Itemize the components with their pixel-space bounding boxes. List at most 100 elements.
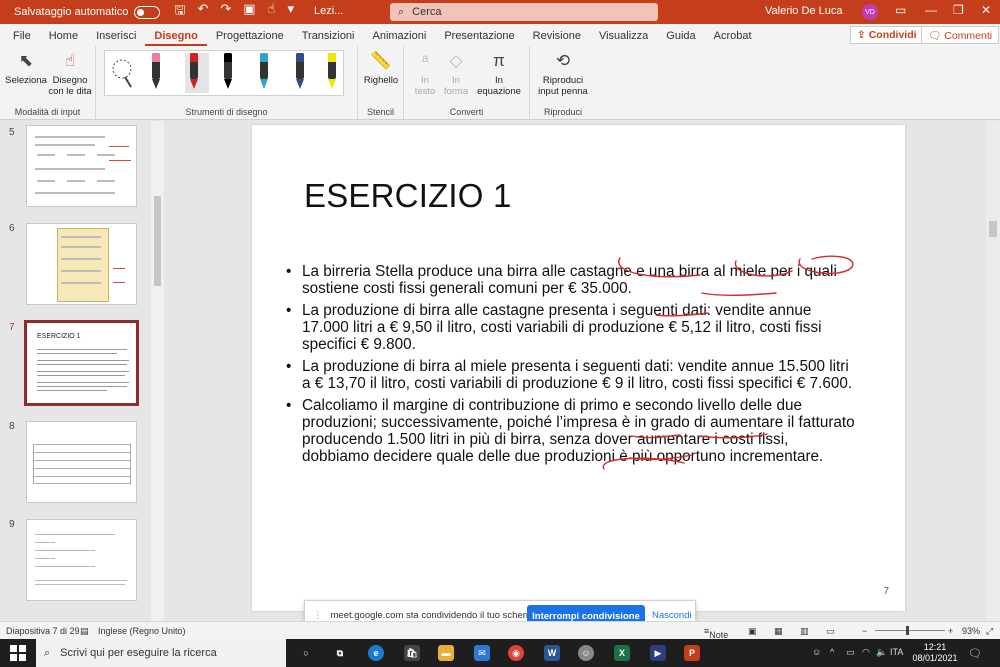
tab-transizioni[interactable]: Transizioni — [293, 30, 364, 46]
slideshow-icon[interactable]: ▭ — [826, 626, 835, 637]
slide-title[interactable]: ESERCIZIO 1 — [304, 177, 512, 215]
restore-icon[interactable]: ❐ — [953, 3, 964, 17]
save-icon[interactable]: 🖫 — [174, 1, 185, 23]
thumbnail-slide-8[interactable] — [26, 421, 137, 503]
file-explorer-icon[interactable]: ▬ — [438, 645, 454, 661]
zoom-slider[interactable] — [875, 630, 945, 631]
slide-thumbnails-pane: 5 6 7 ESERCIZIO 1 8 9 — [0, 121, 164, 621]
select-label: Seleziona — [5, 75, 47, 86]
word-icon[interactable]: W — [544, 645, 560, 661]
task-view-icon[interactable]: ⧉ — [332, 645, 348, 661]
hide-button[interactable]: Nascondi — [652, 610, 692, 621]
ribbon-display-icon[interactable]: ▭ — [895, 3, 906, 17]
wifi-icon[interactable]: ◠ — [862, 647, 870, 658]
zoom-in-icon[interactable]: + — [948, 626, 953, 636]
highlighter-yellow[interactable] — [323, 53, 341, 93]
user-name[interactable]: Valerio De Luca — [765, 5, 842, 17]
excel-icon[interactable]: X — [614, 645, 630, 661]
tab-acrobat[interactable]: Acrobat — [705, 30, 761, 46]
reading-view-icon[interactable]: ▥ — [800, 626, 809, 637]
tray-chevron-icon[interactable]: ^ — [830, 647, 834, 657]
taskbar-search[interactable]: ⌕ Scrivi qui per eseguire la ricerca — [36, 639, 286, 667]
volume-icon[interactable]: 🔈 — [876, 647, 887, 658]
pen-blue[interactable] — [291, 53, 309, 93]
comments-label: Commenti — [944, 30, 993, 42]
media-icon[interactable]: ▶ — [650, 645, 666, 661]
cortana-icon[interactable]: ○ — [298, 645, 314, 661]
people-icon[interactable]: ☺ — [812, 647, 821, 657]
slide-body[interactable]: La birreria Stella produce una birra all… — [286, 263, 856, 470]
tab-progettazione[interactable]: Progettazione — [207, 30, 293, 46]
ruler-button[interactable]: 📏 Righello — [362, 50, 400, 86]
comments-button[interactable]: 🗨 Commenti — [921, 26, 1000, 44]
tab-presentazione[interactable]: Presentazione — [435, 30, 523, 46]
select-button[interactable]: ⬉ Seleziona — [4, 50, 48, 86]
undo-icon[interactable]: ↶ — [197, 1, 208, 23]
pen-red-selected[interactable] — [185, 53, 209, 93]
thumbnail-slide-9[interactable] — [26, 519, 137, 601]
customize-icon[interactable]: ▾ — [287, 1, 294, 23]
finger-draw-button[interactable]: ☝ Disegno con le dita — [48, 50, 92, 97]
touch-mode-icon[interactable]: ☝ — [268, 1, 276, 23]
edge-icon[interactable]: e — [368, 645, 384, 661]
normal-view-icon[interactable]: ▣ — [748, 626, 757, 637]
cursor-icon: ⬉ — [18, 51, 34, 70]
lasso-tool-icon[interactable] — [111, 53, 132, 93]
powerpoint-icon[interactable]: P — [684, 645, 700, 661]
ink-to-math-button[interactable]: π In equazione — [472, 50, 526, 97]
tab-revisione[interactable]: Revisione — [524, 30, 590, 46]
chrome-icon[interactable]: ◉ — [508, 645, 524, 661]
windows-start-icon[interactable] — [10, 645, 26, 661]
redo-icon[interactable]: ↷ — [220, 1, 231, 23]
zoom-level[interactable]: 93% — [962, 626, 980, 636]
minimize-icon[interactable]: — — [925, 3, 937, 17]
ink-shape-label: In forma — [443, 75, 469, 97]
tab-guida[interactable]: Guida — [657, 30, 704, 46]
tab-visualizza[interactable]: Visualizza — [590, 30, 657, 46]
input-language[interactable]: ITA — [890, 647, 903, 657]
ink-text-label: In testo — [414, 75, 436, 97]
search-placeholder: Cerca — [412, 6, 442, 18]
thumbnail-slide-7-active[interactable]: ESERCIZIO 1 — [24, 320, 139, 406]
tab-file[interactable]: File — [4, 30, 40, 46]
thumbnail-slide-6[interactable] — [26, 223, 137, 305]
pen-black[interactable] — [219, 53, 237, 93]
ink-to-text-button[interactable]: ᵃ In testo — [410, 50, 440, 97]
tab-animazioni[interactable]: Animazioni — [364, 30, 436, 46]
tab-inserisci[interactable]: Inserisci — [87, 30, 145, 46]
slide-page-number: 7 — [883, 586, 889, 597]
fit-slide-icon[interactable]: ⤢ — [986, 626, 993, 637]
pen-pink[interactable] — [147, 53, 165, 93]
mail-icon[interactable]: ✉ — [474, 645, 490, 661]
thumbnail-slide-5[interactable] — [26, 125, 137, 207]
network-icon[interactable]: ▭ — [846, 647, 855, 658]
close-icon[interactable]: ✕ — [981, 3, 991, 17]
accessibility-icon[interactable]: ▤ — [80, 626, 89, 637]
drag-handle-icon[interactable]: ⋮ — [313, 610, 323, 621]
ink-math-label: In equazione — [477, 75, 521, 97]
pen-cyan[interactable] — [255, 53, 273, 93]
notifications-icon[interactable]: 🗨 — [968, 647, 982, 660]
zoom-out-icon[interactable]: − — [862, 626, 867, 636]
share-button[interactable]: ⇪ Condividi — [850, 26, 924, 44]
slide-canvas[interactable]: ESERCIZIO 1 La birreria Stella produce u… — [252, 125, 905, 611]
replay-ink-button[interactable]: ⟲ Riproduci input penna — [534, 50, 592, 97]
thumb-number: 6 — [9, 223, 15, 234]
notes-button[interactable]: ≡ Note — [704, 626, 728, 640]
avatar[interactable]: VD — [862, 4, 878, 20]
document-name[interactable]: Lezi... — [314, 5, 343, 17]
store-icon[interactable]: 🛍 — [404, 645, 420, 661]
ink-to-shape-button[interactable]: ◇ In forma — [440, 50, 472, 97]
zoom-slider-thumb[interactable] — [905, 626, 909, 635]
clock[interactable]: 12:21 08/01/2021 — [912, 642, 958, 664]
autosave-toggle[interactable] — [134, 5, 161, 19]
tab-disegno[interactable]: Disegno — [145, 30, 207, 46]
search-box[interactable]: ⌕ Cerca — [390, 3, 658, 21]
chrome-profile-icon[interactable]: ☺ — [578, 645, 594, 661]
language-status[interactable]: Inglese (Regno Unito) — [98, 626, 186, 636]
slide-sorter-icon[interactable]: ▦ — [774, 626, 783, 637]
tab-home[interactable]: Home — [40, 30, 87, 46]
editor-scrollbar[interactable] — [986, 121, 1000, 621]
present-icon[interactable]: ▣ — [243, 1, 255, 23]
thumbnails-scrollbar[interactable] — [151, 121, 164, 621]
